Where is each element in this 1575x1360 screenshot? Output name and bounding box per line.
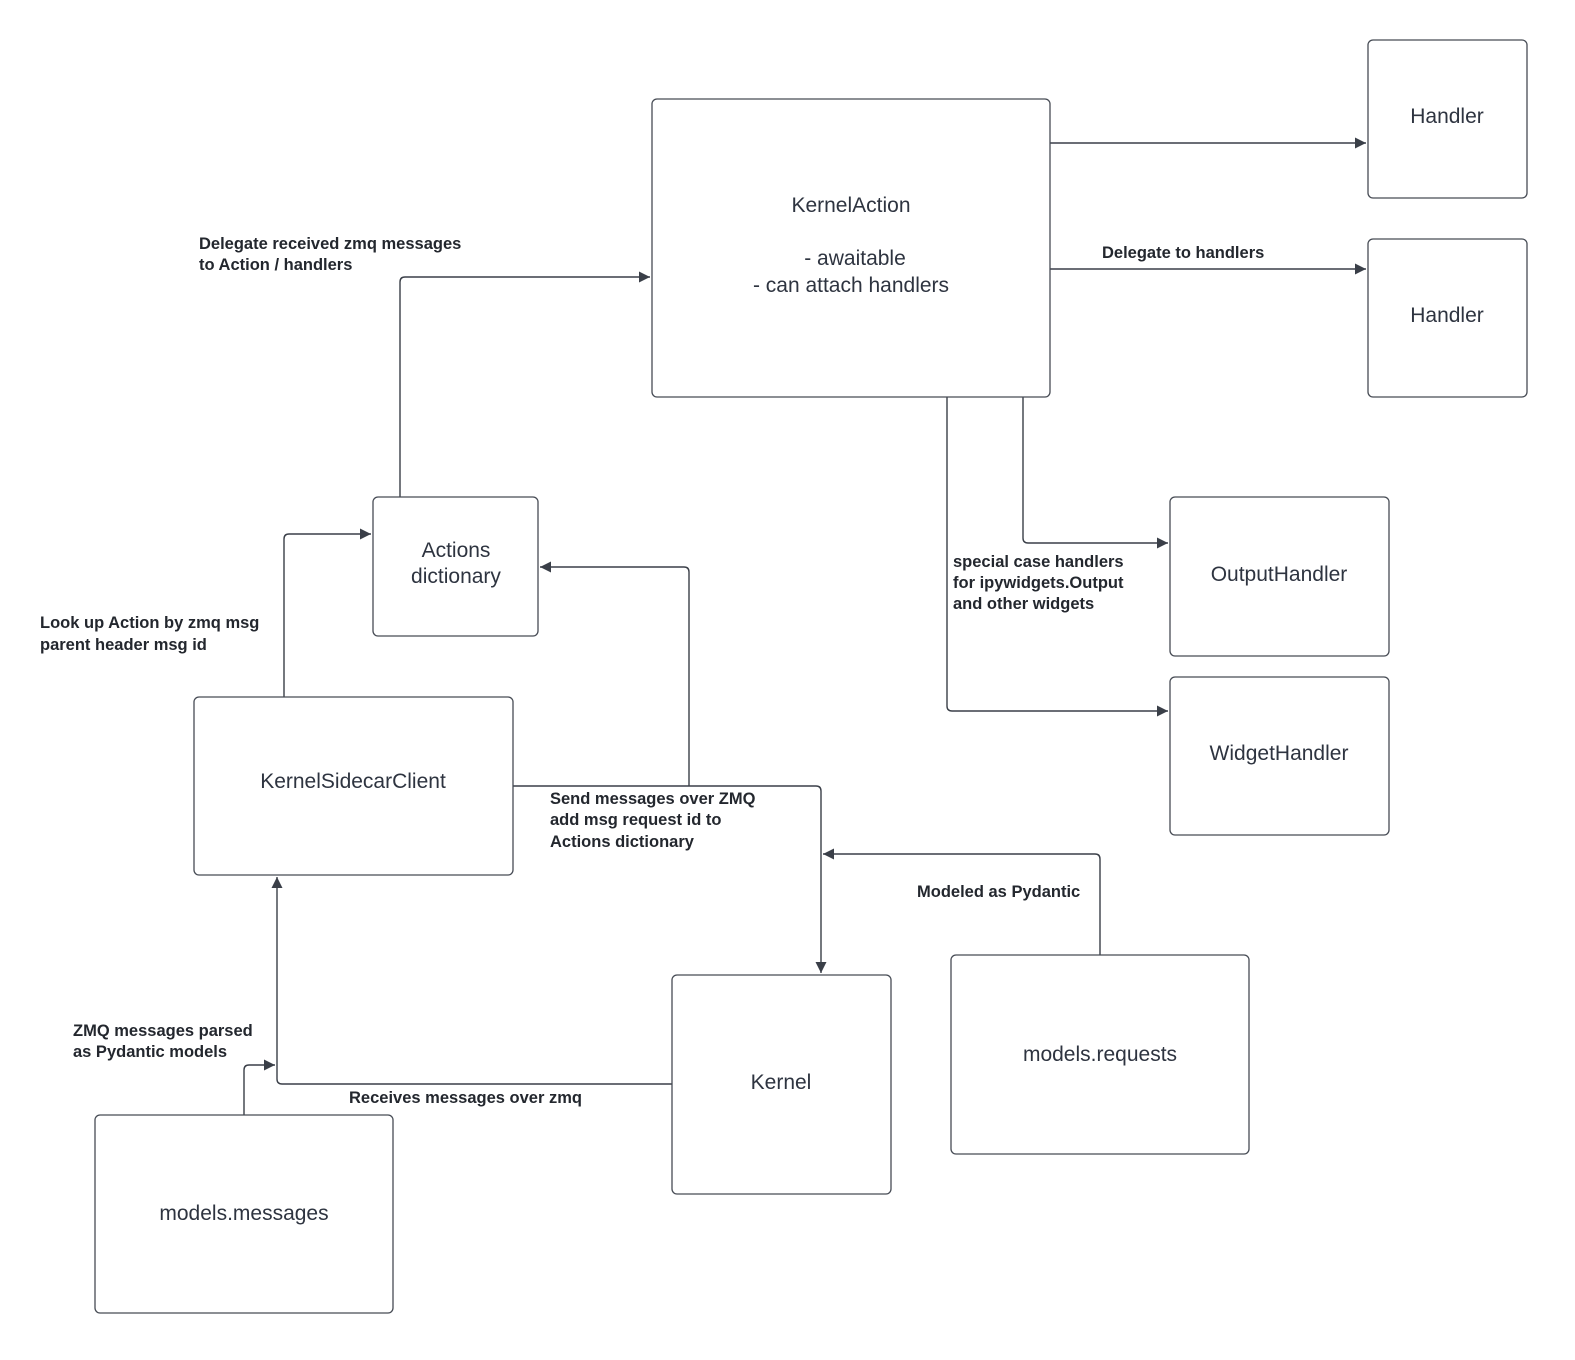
node-widget-handler: WidgetHandler [1169, 676, 1390, 836]
edge-label-line: Actions dictionary [550, 833, 695, 851]
edge-label-line: parent header msg id [40, 636, 207, 654]
node-label: Kernel [751, 1071, 812, 1094]
edge-label-line: Send messages over ZMQ [550, 790, 756, 808]
label-receives-messages: Receives messages over zmq [349, 1089, 582, 1107]
edge-kernel-to-client [271, 877, 672, 1085]
label-delegate-received: Delegate received zmq messages to Action… [199, 235, 461, 274]
node-title: KernelAction [791, 194, 910, 217]
edge-client-to-dict [283, 528, 371, 697]
node-models-messages: models.messages [94, 1114, 394, 1314]
node-kernel: Kernel [671, 974, 892, 1195]
label-zmq-parsed: ZMQ messages parsed as Pydantic models [73, 1022, 253, 1061]
node-label: models.messages [159, 1202, 328, 1225]
node-output-handler: OutputHandler [1169, 496, 1390, 657]
node-label: Handler [1410, 105, 1484, 128]
label-look-up-action: Look up Action by zmq msg parent header … [40, 614, 259, 654]
edge-label-line: as Pydantic models [73, 1043, 227, 1061]
node-label: WidgetHandler [1210, 742, 1349, 765]
edge-action-to-output-handler [1022, 397, 1168, 549]
node-label: KernelSidecarClient [260, 770, 446, 793]
node-actions-dictionary: Actions dictionary [372, 496, 539, 637]
node-label: dictionary [411, 565, 501, 588]
edge-label-line: Delegate received zmq messages [199, 235, 461, 253]
node-models-requests: models.requests [950, 954, 1250, 1155]
node-line: - can attach handlers [753, 274, 949, 297]
node-kernel-sidecar-client: KernelSidecarClient [193, 696, 514, 876]
edge-label-line: add msg request id to [550, 811, 721, 829]
architecture-diagram: KernelAction - awaitable - can attach ha… [40, 39, 1528, 1314]
edge-label-line: and other widgets [953, 595, 1094, 613]
edge-label-line: ZMQ messages parsed [73, 1022, 253, 1040]
edge-label-line: Look up Action by zmq msg [40, 614, 259, 632]
node-handler-2: Handler [1367, 238, 1528, 398]
node-label: models.requests [1023, 1043, 1177, 1066]
node-kernel-action: KernelAction - awaitable - can attach ha… [651, 98, 1051, 398]
label-special-case: special case handlers for ipywidgets.Out… [953, 553, 1124, 613]
edge-label-line: to Action / handlers [199, 256, 352, 274]
label-delegate-to-handlers: Delegate to handlers [1102, 244, 1264, 262]
edge-send-to-dict [540, 561, 690, 786]
node-line: - awaitable [804, 247, 906, 270]
node-label: Actions [422, 539, 491, 562]
node-label: Handler [1410, 304, 1484, 327]
edge-label-line: for ipywidgets.Output [953, 574, 1124, 592]
node-label: OutputHandler [1211, 563, 1348, 586]
edge-dict-to-action [399, 271, 650, 497]
label-send-messages: Send messages over ZMQ add msg request i… [550, 790, 756, 851]
label-modeled-as-pydantic: Modeled as Pydantic [917, 883, 1080, 901]
node-handler-1: Handler [1367, 39, 1528, 199]
edge-label-line: special case handlers [953, 553, 1124, 571]
edge-requests-to-send [823, 848, 1101, 955]
edge-messages-to-receive [243, 1059, 275, 1115]
